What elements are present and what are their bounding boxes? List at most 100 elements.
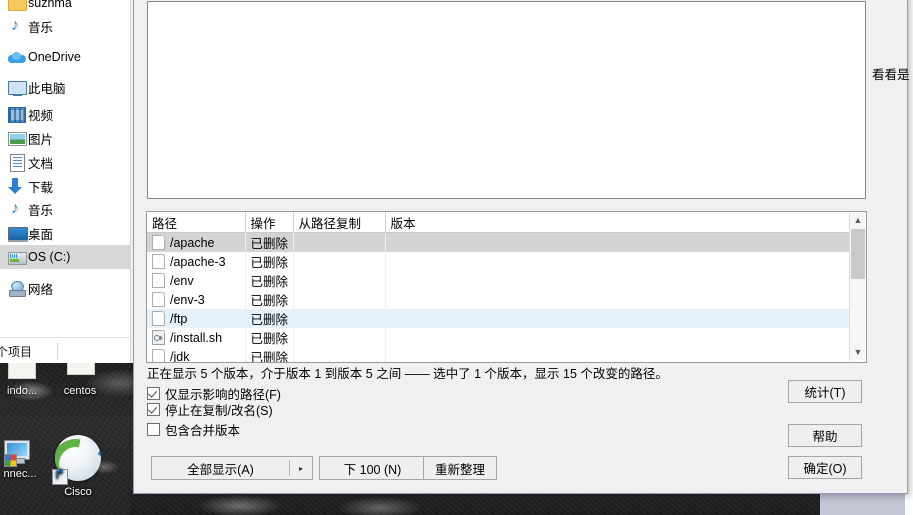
explorer-navigation-pane[interactable]: suzhma ♪ 音乐 OneDrive 此电脑 视频 图片 文档 下载 ♪ 音…	[0, 0, 131, 363]
cell-path: /install.sh	[147, 328, 246, 347]
cell-path: /env-3	[147, 290, 246, 309]
cell-copyfrom	[293, 290, 386, 309]
sidebar-item-os-c[interactable]: OS (C:)	[0, 245, 130, 269]
status-divider	[57, 343, 58, 359]
checkbox-include-merged[interactable]: 包含合并版本	[147, 420, 240, 439]
cell-action: 已删除	[245, 271, 294, 290]
sidebar-item-label: 文档	[28, 156, 54, 171]
column-header-path[interactable]: 路径	[147, 212, 246, 233]
table-row[interactable]: /jdk 已删除	[147, 347, 850, 363]
desktop-icon	[6, 223, 28, 243]
desktop-icon-label: nnec...	[3, 468, 37, 480]
file-icon	[152, 273, 165, 288]
file-icon	[152, 292, 165, 307]
checkbox-box[interactable]	[147, 403, 160, 416]
cell-copyfrom	[293, 347, 386, 362]
path-text: /apache-3	[170, 255, 226, 269]
cell-copyfrom	[293, 252, 386, 271]
sidebar-item-pictures[interactable]: 图片	[0, 126, 130, 150]
sidebar-item-label: OS (C:)	[28, 250, 71, 264]
cell-path: /env	[147, 271, 246, 290]
changed-paths-table: 路径 操作 从路径复制 版本 /apache 已删除 /apache-3 已删除	[147, 212, 850, 363]
cell-path: /ftp	[147, 309, 246, 328]
ok-button[interactable]: 确定(O)	[788, 456, 862, 479]
show-all-split-button[interactable]: 全部显示(A) ▸	[151, 456, 313, 480]
table-row[interactable]: /ftp 已删除	[147, 309, 850, 328]
table-row[interactable]: /apache-3 已删除	[147, 252, 850, 271]
sidebar-item-label: 此电脑	[28, 81, 66, 96]
folder-icon	[6, 0, 28, 13]
changed-paths-list[interactable]: 路径 操作 从路径复制 版本 /apache 已删除 /apache-3 已删除	[146, 211, 867, 363]
cell-revision	[385, 328, 850, 347]
next-100-button[interactable]: 下 100 (N)	[319, 456, 426, 480]
checkbox-stop-on-copy[interactable]: 停止在复制/改名(S)	[147, 400, 273, 419]
column-header-copyfrom[interactable]: 从路径复制	[293, 212, 386, 233]
scrollbar-thumb[interactable]	[851, 229, 865, 279]
sidebar-item-label: 视频	[28, 108, 54, 123]
videos-icon	[6, 104, 28, 124]
sidebar-item-label: 图片	[28, 132, 54, 147]
network-icon	[6, 278, 28, 298]
path-text: /install.sh	[170, 331, 223, 345]
desktop-icon-label: indo...	[7, 385, 37, 397]
checkbox-label: 包含合并版本	[165, 424, 241, 438]
chevron-right-icon[interactable]: ▸	[290, 464, 312, 473]
cell-revision	[385, 271, 850, 290]
table-header-row: 路径 操作 从路径复制 版本	[147, 212, 850, 233]
checkbox-box[interactable]	[147, 387, 160, 400]
sidebar-item-desktop[interactable]: 桌面	[0, 221, 130, 245]
cell-path: /jdk	[147, 347, 246, 363]
revision-log-graph-pane[interactable]	[147, 1, 866, 199]
desktop-icon-label: centos	[63, 385, 97, 397]
table-row[interactable]: /install.sh 已删除	[147, 328, 850, 347]
statistics-button[interactable]: 统计(T)	[788, 380, 862, 403]
cell-copyfrom	[293, 232, 386, 252]
revision-log-dialog: 路径 操作 从路径复制 版本 /apache 已删除 /apache-3 已删除	[133, 0, 908, 494]
cell-action: 已删除	[245, 290, 294, 309]
sidebar-item-videos[interactable]: 视频	[0, 102, 130, 126]
pictures-icon	[6, 128, 28, 148]
cell-action: 已删除	[245, 347, 294, 362]
file-icon	[152, 349, 165, 362]
sidebar-item-downloads[interactable]: 下载	[0, 174, 130, 198]
sidebar-item-this-pc[interactable]: 此电脑	[0, 75, 130, 99]
column-header-action[interactable]: 操作	[245, 212, 294, 233]
list-vertical-scrollbar[interactable]: ▲ ▼	[849, 212, 866, 360]
sidebar-item-music[interactable]: ♪ 音乐	[0, 197, 130, 221]
sidebar-item-onedrive[interactable]: OneDrive	[0, 45, 130, 69]
script-file-icon	[152, 330, 165, 345]
cell-action: 已删除	[245, 309, 294, 328]
refresh-button[interactable]: 重新整理	[423, 456, 497, 480]
onedrive-cloud-icon	[6, 47, 28, 67]
remote-desktop-icon	[4, 440, 30, 467]
cell-action: 已删除	[245, 328, 294, 347]
column-header-revision[interactable]: 版本	[385, 212, 850, 233]
file-icon	[152, 254, 165, 269]
cell-revision	[385, 309, 850, 328]
cell-action: 已删除	[245, 232, 294, 252]
sidebar-item-suzhma[interactable]: suzhma	[0, 0, 130, 15]
desktop-icon-label: Cisco	[64, 486, 92, 498]
sidebar-item-documents[interactable]: 文档	[0, 150, 130, 174]
cell-revision	[385, 232, 850, 252]
show-all-label: 全部显示(A)	[187, 462, 254, 477]
table-row[interactable]: /env-3 已删除	[147, 290, 850, 309]
help-button[interactable]: 帮助	[788, 424, 862, 447]
documents-icon	[6, 152, 28, 172]
sidebar-item-label: 网络	[28, 282, 54, 297]
scroll-down-arrow-icon[interactable]: ▼	[850, 344, 866, 360]
cell-path: /apache	[147, 232, 246, 252]
sidebar-item-label: 音乐	[28, 20, 54, 35]
sidebar-item-music-top[interactable]: ♪ 音乐	[0, 14, 130, 38]
table-row[interactable]: /env 已删除	[147, 271, 850, 290]
table-row[interactable]: /apache 已删除	[147, 232, 850, 252]
background-window-text: 看看是	[872, 68, 910, 82]
path-text: /jdk	[170, 350, 190, 363]
checkbox-box[interactable]	[147, 423, 160, 436]
desktop-icon-sublabel: 版	[0, 401, 38, 417]
scroll-up-arrow-icon[interactable]: ▲	[850, 212, 866, 228]
sidebar-item-label: 音乐	[28, 203, 54, 218]
music-note-icon: ♪	[11, 200, 19, 217]
cell-copyfrom	[293, 328, 386, 347]
sidebar-item-network[interactable]: 网络	[0, 276, 130, 300]
